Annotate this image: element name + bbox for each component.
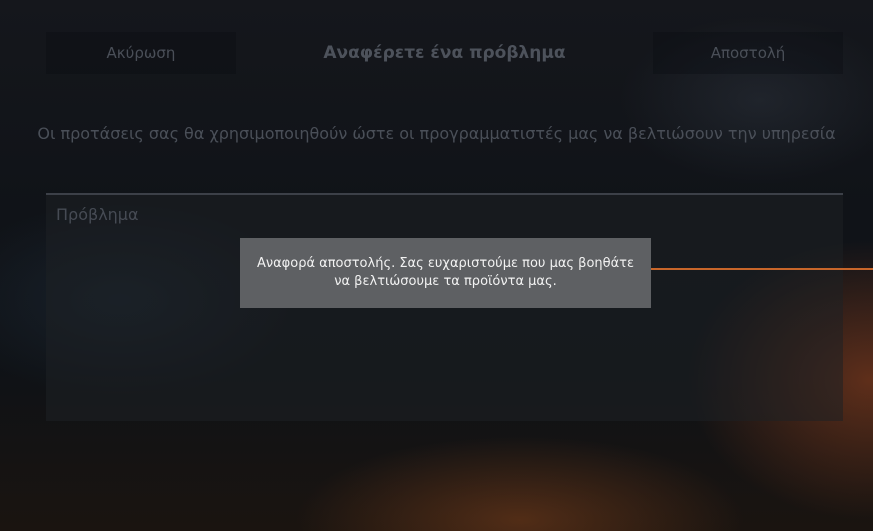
confirmation-toast: Αναφορά αποστολής. Σας ευχαριστούμε που …	[240, 238, 651, 308]
accent-line	[624, 268, 873, 270]
header-bar: Ακύρωση Αναφέρετε ένα πρόβλημα Αποστολή	[46, 32, 843, 74]
page-title: Αναφέρετε ένα πρόβλημα	[323, 43, 566, 63]
report-problem-screen: Ακύρωση Αναφέρετε ένα πρόβλημα Αποστολή …	[0, 0, 873, 531]
toast-message: Αναφορά αποστολής. Σας ευχαριστούμε που …	[256, 256, 635, 289]
description-text: Οι προτάσεις σας θα χρησιμοποιηθούν ώστε…	[37, 124, 836, 143]
problem-placeholder: Πρόβλημα	[56, 205, 139, 224]
send-button[interactable]: Αποστολή	[653, 32, 843, 74]
cancel-button[interactable]: Ακύρωση	[46, 32, 236, 74]
